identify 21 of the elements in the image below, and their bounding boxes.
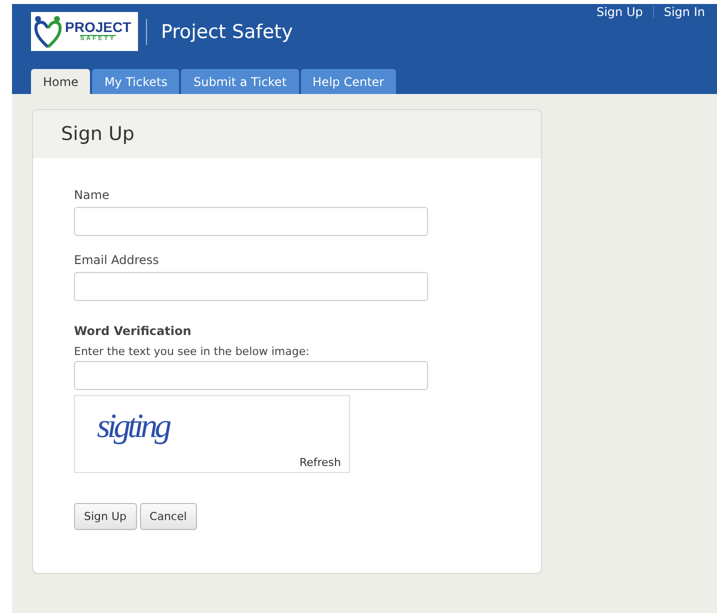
header-link[interactable]: Sign In (664, 5, 705, 19)
nav-tab[interactable]: My Tickets (92, 69, 180, 94)
form-button[interactable]: Cancel (140, 503, 197, 530)
header-link[interactable]: Sign Up (596, 5, 643, 19)
field-label: Name (74, 188, 110, 202)
nav-tab[interactable]: Submit a Ticket (181, 69, 299, 94)
nav-tab[interactable]: Home (31, 69, 90, 94)
field-label: Email Address (74, 253, 159, 267)
heart-icon (33, 14, 63, 48)
input-field[interactable] (74, 361, 428, 390)
refresh-link[interactable]: Refresh (299, 456, 341, 469)
section-heading: Word Verification (74, 324, 192, 338)
nav-tab[interactable]: Help Center (300, 69, 396, 94)
field-label: Enter the text you see in the below image: (74, 345, 310, 358)
captcha-text: sigting (97, 408, 169, 446)
input-field[interactable] (74, 272, 428, 301)
site-title: Project Safety (146, 18, 293, 44)
form-button[interactable]: Sign Up (74, 503, 137, 530)
form-title: Sign Up (61, 123, 134, 145)
logo-wordmark: PROJECT (65, 20, 132, 35)
input-field[interactable] (74, 207, 428, 236)
